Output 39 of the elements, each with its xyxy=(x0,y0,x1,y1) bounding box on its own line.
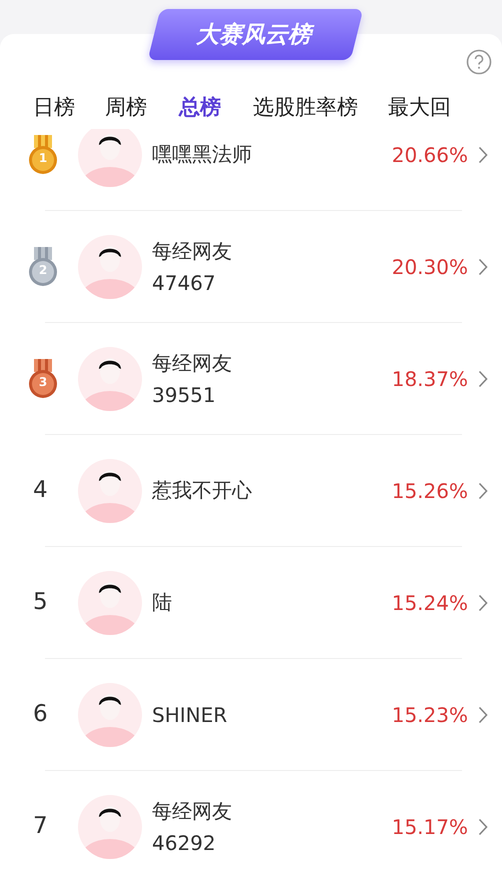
tab[interactable]: 最大回 xyxy=(388,93,451,127)
user-name: 47467 xyxy=(152,271,217,295)
user-name: 惹我不开心 xyxy=(152,477,253,504)
avatar-icon xyxy=(78,129,142,186)
chevron-icon[interactable] xyxy=(478,594,488,612)
tab[interactable]: 选股胜率榜 xyxy=(253,93,358,127)
user-name: 每经网友 xyxy=(152,350,233,377)
return-value: 15.17% xyxy=(392,814,468,838)
chevron-icon[interactable] xyxy=(478,482,488,500)
banner-title: 大赛风云榜 xyxy=(147,9,363,60)
rank-number: 4 xyxy=(33,476,48,502)
tab[interactable]: 周榜 xyxy=(105,93,147,127)
user-name: SHINER xyxy=(152,702,228,726)
return-value: 15.24% xyxy=(392,590,468,614)
chevron-icon[interactable] xyxy=(478,370,488,388)
rank-number: 1 xyxy=(38,150,48,164)
chevron-icon[interactable] xyxy=(478,146,488,164)
return-value: 15.26% xyxy=(392,478,468,502)
chevron-icon[interactable] xyxy=(478,706,488,724)
return-value: 20.30% xyxy=(392,254,468,278)
user-name: 每经网友 xyxy=(152,798,233,825)
rank-number: 2 xyxy=(38,262,48,276)
help-icon[interactable] xyxy=(466,49,492,75)
rank-number: 6 xyxy=(33,700,48,726)
user-name: 陆 xyxy=(152,589,173,616)
return-value: 18.37% xyxy=(392,366,468,390)
rank-number: 5 xyxy=(33,588,48,614)
chevron-icon[interactable] xyxy=(478,818,488,836)
rank-number: 7 xyxy=(33,812,48,838)
user-name: 每经网友 xyxy=(152,238,233,265)
tab[interactable]: 日榜 xyxy=(33,93,75,127)
rank-number: 3 xyxy=(38,374,48,388)
chevron-icon[interactable] xyxy=(478,258,488,276)
user-name: 嘿嘿黑法师 xyxy=(152,141,253,168)
user-name: 46292 xyxy=(152,831,217,855)
return-value: 20.66% xyxy=(392,142,468,166)
return-value: 15.23% xyxy=(392,702,468,726)
tab[interactable]: 总榜 xyxy=(177,93,223,127)
user-name: 39551 xyxy=(152,383,217,407)
